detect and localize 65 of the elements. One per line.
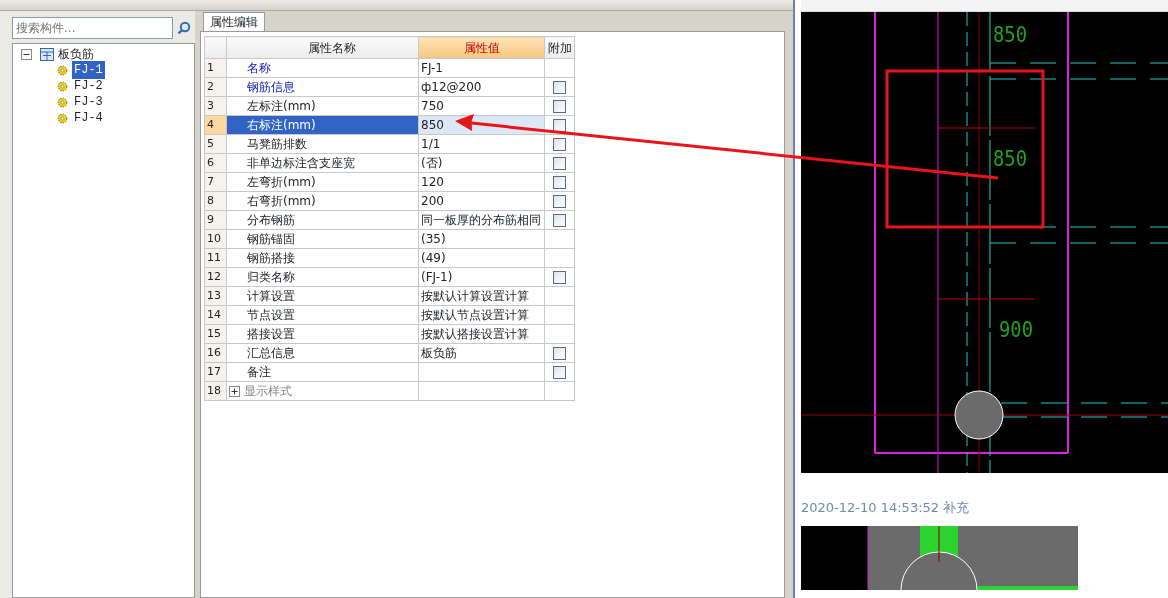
property-name: 钢筋信息 (226, 77, 419, 97)
property-value: ф12@200 (418, 77, 545, 97)
property-value: 750 (418, 96, 545, 116)
property-value: 200 (418, 191, 545, 211)
property-value: 按默认节点设置计算 (418, 305, 545, 325)
tree-item[interactable]: FJ-1 (72, 61, 105, 79)
checkbox[interactable] (553, 176, 566, 189)
dimension-label: 900 (999, 317, 1039, 342)
property-value: 同一板厚的分布筋相同 (418, 210, 545, 230)
gear-icon (57, 96, 68, 108)
column-header: 属性值 (418, 36, 545, 59)
checkbox[interactable] (553, 347, 566, 360)
property-name: 节点设置 (226, 305, 419, 325)
post-timestamp: 2020-12-10 14:53:52 补充 (801, 500, 971, 516)
property-name: 显示样式 (244, 384, 292, 398)
property-name: 左标注(mm) (226, 96, 419, 116)
collapse-icon[interactable] (21, 48, 32, 60)
gear-icon (57, 64, 68, 76)
property-value: 1/1 (418, 134, 545, 154)
dimension-label: 850 (993, 146, 1033, 171)
checkbox[interactable] (553, 366, 566, 379)
checkbox[interactable] (553, 157, 566, 170)
header-cell (204, 36, 227, 59)
property-name: 钢筋搭接 (226, 248, 419, 268)
property-name: 名称 (226, 58, 419, 78)
tree-item[interactable]: FJ-2 (72, 77, 105, 95)
property-name: 左弯折(mm) (226, 172, 419, 192)
gear-icon (57, 80, 68, 92)
property-name: 非单边标注含支座宽 (226, 153, 419, 173)
tree-item[interactable]: 板负筋 (58, 45, 94, 63)
search-field[interactable]: 搜索构件... (12, 17, 173, 39)
search-icon[interactable] (177, 21, 191, 35)
property-value: FJ-1 (418, 58, 545, 78)
property-value: (FJ-1) (418, 267, 545, 287)
property-name: 计算设置 (226, 286, 419, 306)
property-name: 右弯折(mm) (226, 191, 419, 211)
property-name: 分布钢筋 (226, 210, 419, 230)
checkbox[interactable] (553, 214, 566, 227)
property-name: 归类名称 (226, 267, 419, 287)
property-name: 汇总信息 (226, 343, 419, 363)
property-value: 按默认计算设置计算 (418, 286, 545, 306)
property-name: 马凳筋排数 (226, 134, 419, 154)
tab[interactable]: 属性编辑 (203, 12, 265, 31)
expand-icon[interactable] (229, 386, 240, 397)
checkbox[interactable] (553, 81, 566, 94)
property-value: 按默认搭接设置计算 (418, 324, 545, 344)
property-value: 板负筋 (418, 343, 545, 363)
tree-item[interactable]: FJ-3 (72, 93, 105, 111)
gear-icon (57, 112, 68, 124)
table-grid-icon (40, 47, 54, 61)
dimension-label: 850 (993, 22, 1033, 47)
property-value: (否) (418, 153, 545, 173)
property-name: 备注 (226, 362, 419, 382)
property-value: 120 (418, 172, 545, 192)
property-value: (35) (418, 229, 545, 249)
tree-item[interactable]: FJ-4 (72, 109, 105, 127)
checkbox[interactable] (553, 195, 566, 208)
checkbox[interactable] (553, 100, 566, 113)
property-name: 搭接设置 (226, 324, 419, 344)
checkbox[interactable] (553, 271, 566, 284)
column-header: 属性名称 (226, 36, 419, 59)
property-value: (49) (418, 248, 545, 268)
checkbox[interactable] (553, 138, 566, 151)
column-header: 附加 (544, 36, 575, 59)
property-name: 钢筋锚固 (226, 229, 419, 249)
